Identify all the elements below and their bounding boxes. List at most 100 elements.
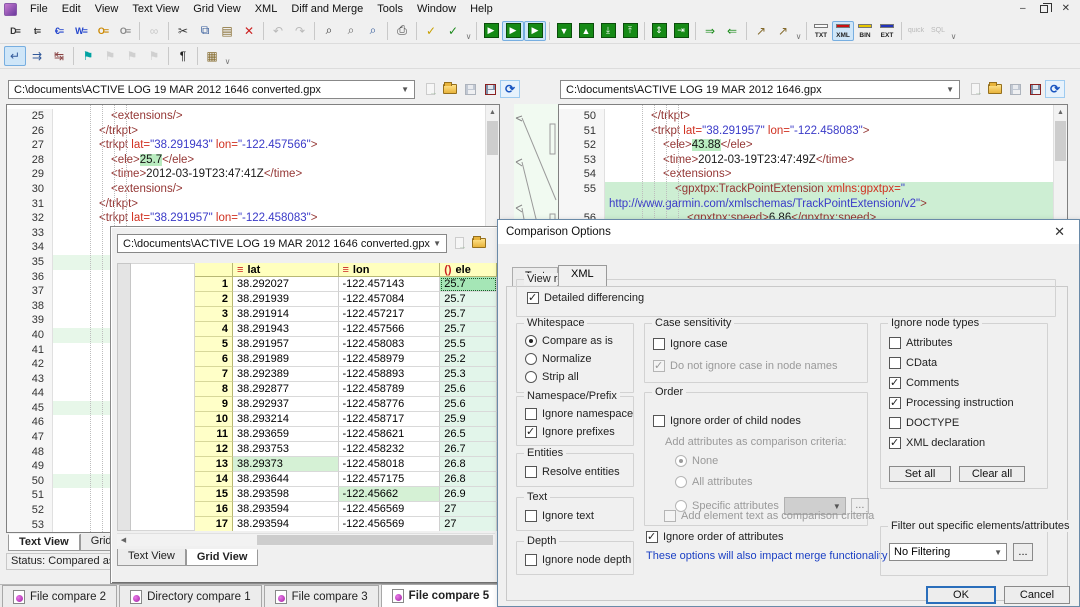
cancel-button[interactable]: Cancel [1004,586,1070,604]
save-file-icon[interactable] [1005,80,1025,98]
tab-text-view[interactable]: Text View [117,549,186,566]
grid-cell-ele[interactable]: 25.9 [440,412,497,427]
close-icon[interactable]: ✕ [1048,224,1071,240]
grid-cell-lat[interactable]: 38.293598 [233,487,338,502]
previous-bookmark-icon[interactable]: ⚑ [121,46,143,66]
checkbox-attributes[interactable]: Attributes [889,337,1014,349]
grid-row-5[interactable]: 538.291957-122.45808325.5 [195,337,497,352]
grid-cell-lat[interactable]: 38.292027 [233,277,338,292]
grid-cell-ele[interactable]: 25.7 [440,307,497,322]
open-file-icon[interactable] [440,80,460,98]
scrollbar-thumb[interactable] [1055,121,1066,161]
grid-row-12[interactable]: 1238.293753-122.45823226.7 [195,442,497,457]
toolbar-overflow-icon[interactable]: ∨ [464,21,473,41]
checkbox-icon[interactable] [889,437,901,449]
grid-cell-ele[interactable]: 27 [440,517,497,531]
apply-changes-icon[interactable] [420,80,440,98]
menu-diff-and-merge[interactable]: Diff and Merge [284,1,370,17]
grid-column-header-ele[interactable]: ()ele [440,263,497,277]
row-number-cell[interactable]: 2 [195,292,233,307]
code-line-52[interactable]: 52<ele>43.88</ele> [559,138,1067,153]
radio-icon[interactable] [525,353,537,365]
menu-tools[interactable]: Tools [370,1,410,17]
dialog-titlebar[interactable]: Comparison Options ✕ [498,220,1079,244]
checkbox-icon[interactable] [525,408,537,420]
pretty-print-icon[interactable]: ⇉ [26,46,48,66]
check-wellformed-icon[interactable]: ✓ [442,21,464,41]
grid-cell-lon[interactable]: -122.458717 [339,412,441,427]
grid-cell-lon[interactable]: -122.457217 [339,307,441,322]
code-line-28[interactable]: 28<ele>25.7</ele> [7,153,499,168]
row-number-cell[interactable]: 7 [195,367,233,382]
delete-icon[interactable]: ✕ [238,21,260,41]
replace-icon[interactable]: ⌕ [362,21,384,41]
ignore-child-order-checkbox[interactable]: Ignore order of child nodes [653,415,801,427]
show-all-differences-icon[interactable]: ⇕ [648,21,670,41]
grid-file-combobox[interactable]: C:\documents\ACTIVE LOG 19 MAR 2012 1646… [117,234,447,253]
text-view-settings-icon[interactable]: ▦ [201,46,223,66]
checkbox-icon[interactable] [889,377,901,389]
grid-cell-lon[interactable]: -122.458776 [339,397,441,412]
menu-edit[interactable]: Edit [55,1,88,17]
scrollbar-thumb[interactable] [487,121,498,155]
code-line-25[interactable]: 25<extensions/> [7,109,499,124]
radio-icon[interactable] [525,335,537,347]
grid-cell-ele[interactable]: 26.8 [440,457,497,472]
word-wrap-icon[interactable]: ↵ [4,46,26,66]
next-bookmark-icon[interactable]: ⚑ [99,46,121,66]
left-file-combobox[interactable]: C:\documents\ACTIVE LOG 19 MAR 2012 1646… [8,80,415,99]
row-number-cell[interactable]: 1 [195,277,233,292]
grid-cell-ele[interactable]: 26.7 [440,442,497,457]
checkbox-cdata[interactable]: CData [889,357,1014,369]
grid-row-10[interactable]: 1038.293214-122.45871725.9 [195,412,497,427]
checkbox-doctype[interactable]: DOCTYPE [889,417,1014,429]
row-number-cell[interactable]: 13 [195,457,233,472]
menu-view[interactable]: View [88,1,126,17]
grid-cell-ele[interactable]: 27 [440,502,497,517]
radio-strip-all[interactable]: Strip all [525,371,613,383]
menu-grid-view[interactable]: Grid View [186,1,247,17]
row-number-cell[interactable]: 5 [195,337,233,352]
grid-cell-lat[interactable]: 38.293594 [233,517,338,531]
checkbox-icon[interactable] [525,510,537,522]
refresh-icon[interactable]: ⟳ [1045,80,1065,98]
checkbox-icon[interactable] [889,397,901,409]
close-icon[interactable]: ✕ [1062,4,1070,14]
set-all-button[interactable]: Set all [889,466,951,482]
menu-window[interactable]: Window [410,1,463,17]
row-number-cell[interactable]: 17 [195,517,233,531]
code-line-55[interactable]: 55<gpxtpx:TrackPointExtension xmlns:gpxt… [559,182,1067,197]
tab-grid-view[interactable]: Grid View [186,549,259,566]
checkbox-xml-declaration[interactable]: XML declaration [889,437,1014,449]
checkbox-ignore-prefixes[interactable]: Ignore prefixes [525,426,633,438]
open-file-icon[interactable] [985,80,1005,98]
open-file-icon[interactable] [469,234,489,252]
sql-compare-icon[interactable]: SQL [927,21,949,41]
checkbox-icon[interactable] [527,292,539,304]
grid-row-13[interactable]: 1338.29373-122.45801826.8 [195,457,497,472]
grid-cell-lat[interactable]: 38.291957 [233,337,338,352]
scroll-up-icon[interactable]: ▲ [1054,105,1067,119]
compare-databases-icon[interactable]: €≡ [48,21,70,41]
export-right-icon[interactable]: ↗ [772,21,794,41]
grid-cell-lat[interactable]: 38.292937 [233,397,338,412]
grid-row-17[interactable]: 1738.293594-122.45656927 [195,517,497,531]
checkbox-ignore-namespace[interactable]: Ignore namespace [525,408,633,420]
grid-cell-lon[interactable]: -122.457566 [339,322,441,337]
grid-cell-lat[interactable]: 38.293753 [233,442,338,457]
tab-text-view[interactable]: Text View [8,534,80,551]
clear-all-button[interactable]: Clear all [959,466,1025,482]
grid-cell-ele[interactable]: 25.5 [440,337,497,352]
checkbox-icon[interactable] [525,554,537,566]
radio-icon[interactable] [525,371,537,383]
filter-more-button[interactable]: ... [1013,543,1033,561]
checkbox-icon[interactable] [525,426,537,438]
scrollbar-thumb[interactable] [257,535,493,545]
grid-cell-lon[interactable]: -122.458232 [339,442,441,457]
radio-normalize[interactable]: Normalize [525,353,613,365]
grid-cell-lon[interactable]: -122.458789 [339,382,441,397]
compare-as-xml-icon[interactable]: ▶ [524,21,546,41]
ignore-attribute-order-checkbox[interactable]: Ignore order of attributes [646,531,783,543]
go-to-line-icon[interactable]: ↹ [48,46,70,66]
grid-column-header-lat[interactable]: ≡lat [233,263,338,277]
